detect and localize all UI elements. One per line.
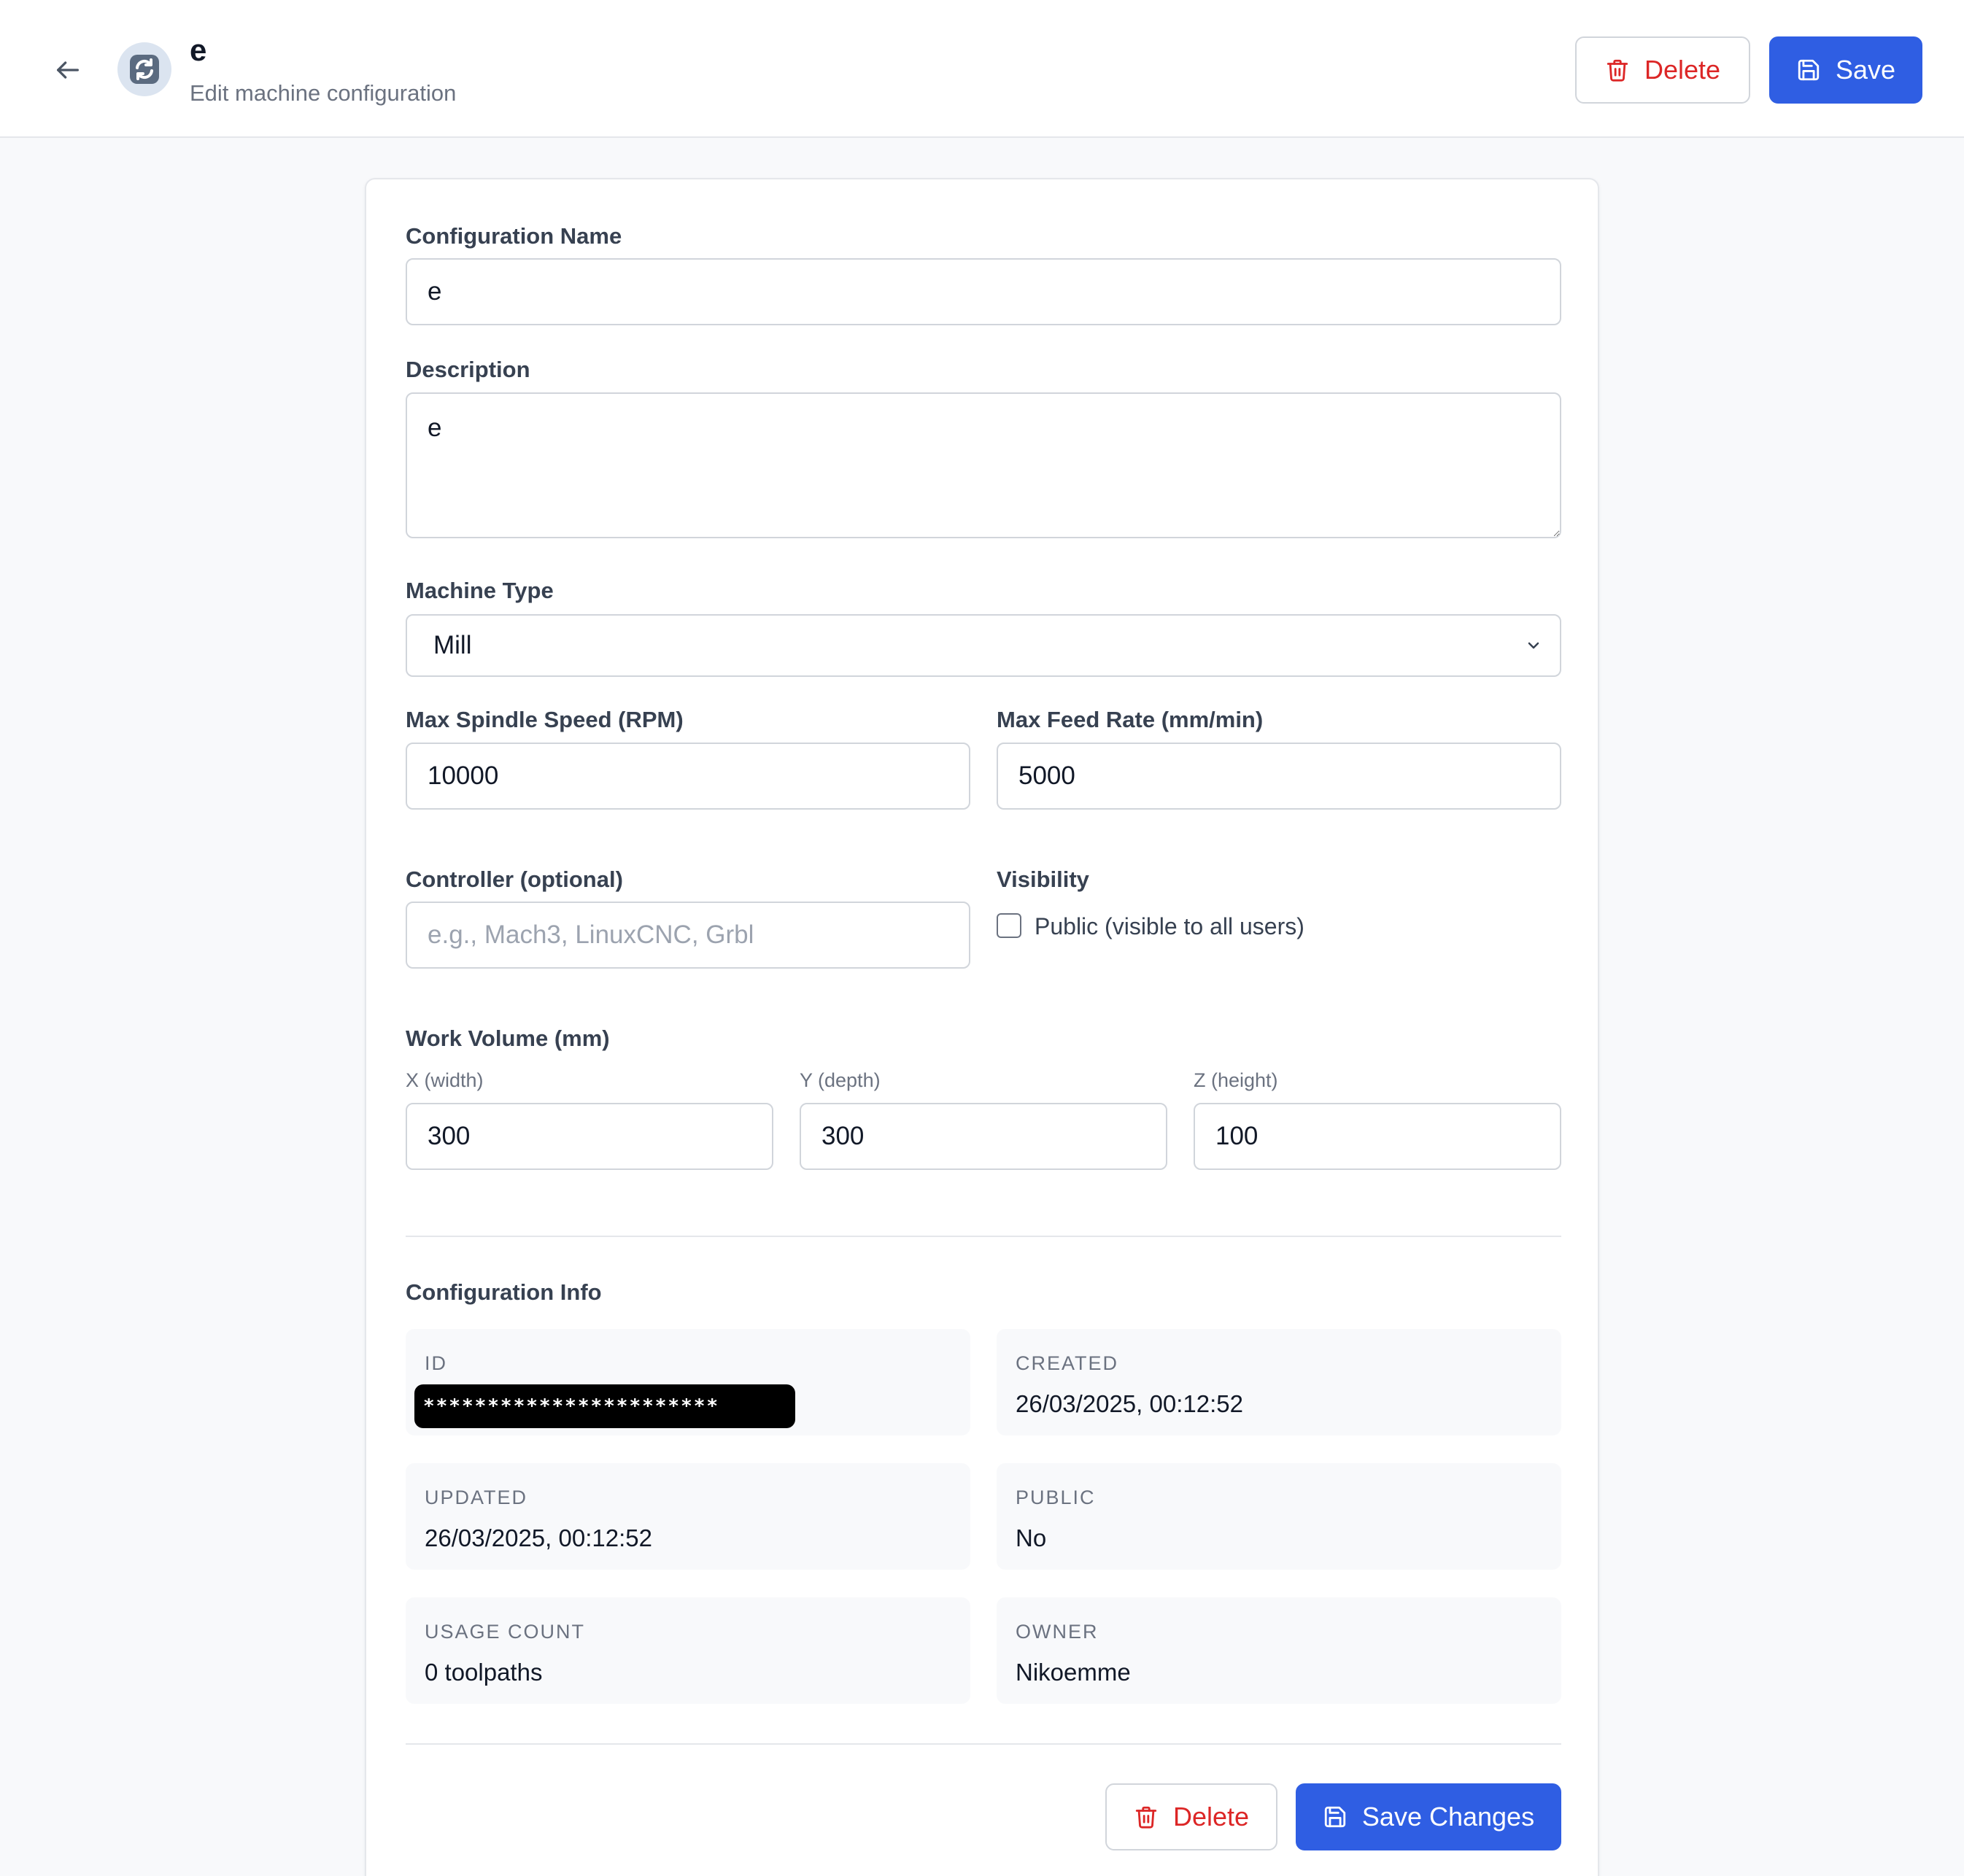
info-id-value-redacted: *********************** xyxy=(414,1384,795,1428)
floppy-disk-icon xyxy=(1324,1806,1346,1828)
info-tile-owner: OWNER Nikoemme xyxy=(997,1597,1561,1704)
save-changes-label: Save Changes xyxy=(1361,1802,1535,1832)
info-tile-usage: USAGE COUNT 0 toolpaths xyxy=(406,1597,970,1704)
description-label: Description xyxy=(406,357,530,382)
arrow-left-icon xyxy=(57,61,80,79)
back-button[interactable] xyxy=(45,50,90,90)
info-tile-public: PUBLIC No xyxy=(997,1463,1561,1570)
page: e Edit machine configuration Delete Save… xyxy=(0,0,1964,1876)
public-checkbox[interactable] xyxy=(997,913,1021,938)
info-updated-value: 26/03/2025, 00:12:52 xyxy=(425,1524,652,1551)
public-checkbox-label[interactable]: Public (visible to all users) xyxy=(1035,915,1304,938)
controller-label: Controller (optional) xyxy=(406,867,623,892)
z-height-input[interactable] xyxy=(1194,1103,1561,1170)
info-usage-value: 0 toolpaths xyxy=(425,1659,543,1686)
trash-icon xyxy=(1607,59,1628,82)
info-public-value: No xyxy=(1016,1524,1047,1551)
max-feed-label: Max Feed Rate (mm/min) xyxy=(997,707,1264,732)
config-name-input[interactable] xyxy=(406,258,1561,325)
info-public-key: PUBLIC xyxy=(1016,1487,1096,1508)
y-depth-label: Y (depth) xyxy=(800,1069,881,1091)
footer-delete-label: Delete xyxy=(1172,1802,1250,1832)
config-info-title: Configuration Info xyxy=(406,1279,602,1305)
header-save-button[interactable]: Save xyxy=(1769,36,1922,104)
machine-type-value: Mill xyxy=(433,631,472,659)
save-changes-button[interactable]: Save Changes xyxy=(1296,1783,1561,1850)
config-name-label: Configuration Name xyxy=(406,223,622,249)
machine-type-select[interactable]: Mill xyxy=(406,614,1561,677)
refresh-icon xyxy=(130,55,159,84)
info-owner-key: OWNER xyxy=(1016,1621,1099,1643)
page-subtitle: Edit machine configuration xyxy=(190,80,457,106)
page-title: e xyxy=(190,33,207,67)
header-delete-button[interactable]: Delete xyxy=(1575,36,1750,104)
chevron-down-icon xyxy=(1528,642,1539,649)
section-divider xyxy=(406,1236,1561,1237)
description-textarea[interactable]: e xyxy=(406,392,1561,538)
info-updated-key: UPDATED xyxy=(425,1487,528,1508)
info-tile-id: ID *********************** xyxy=(406,1329,970,1435)
header-bar: e Edit machine configuration Delete Save xyxy=(0,0,1964,138)
config-form-card: Configuration Name Description e Machine… xyxy=(365,178,1599,1876)
max-spindle-input[interactable] xyxy=(406,743,970,810)
info-created-value: 26/03/2025, 00:12:52 xyxy=(1016,1390,1243,1417)
z-height-label: Z (height) xyxy=(1194,1069,1278,1091)
x-width-input[interactable] xyxy=(406,1103,773,1170)
footer-divider xyxy=(406,1743,1561,1745)
controller-input[interactable] xyxy=(406,902,970,969)
info-created-key: CREATED xyxy=(1016,1352,1119,1374)
max-feed-input[interactable] xyxy=(997,743,1561,810)
floppy-disk-icon xyxy=(1798,59,1820,81)
y-depth-input[interactable] xyxy=(800,1103,1167,1170)
machine-avatar xyxy=(117,42,171,96)
machine-type-label: Machine Type xyxy=(406,578,554,603)
trash-icon xyxy=(1135,1806,1157,1829)
footer-delete-button[interactable]: Delete xyxy=(1105,1783,1277,1850)
max-spindle-label: Max Spindle Speed (RPM) xyxy=(406,707,684,732)
header-save-label: Save xyxy=(1835,55,1896,85)
header-delete-label: Delete xyxy=(1644,55,1721,85)
x-width-label: X (width) xyxy=(406,1069,484,1091)
info-owner-value: Nikoemme xyxy=(1016,1659,1131,1686)
info-id-key: ID xyxy=(425,1352,447,1374)
info-tile-created: CREATED 26/03/2025, 00:12:52 xyxy=(997,1329,1561,1435)
work-volume-label: Work Volume (mm) xyxy=(406,1026,610,1051)
info-tile-updated: UPDATED 26/03/2025, 00:12:52 xyxy=(406,1463,970,1570)
visibility-label: Visibility xyxy=(997,867,1089,892)
info-usage-key: USAGE COUNT xyxy=(425,1621,586,1643)
